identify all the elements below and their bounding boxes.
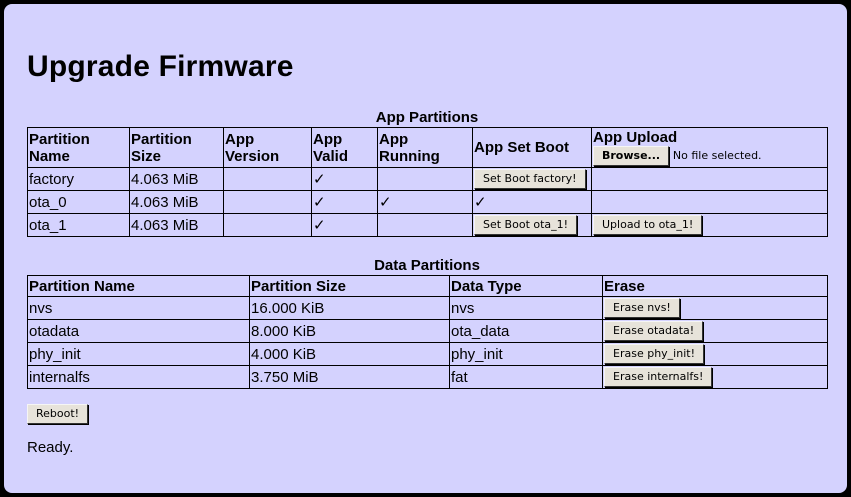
upload-cell [591, 167, 828, 191]
upload-cell: Upload to ota_1! [591, 213, 828, 237]
partition-name-cell: ota_1 [27, 213, 130, 237]
data-type-cell: phy_init [449, 342, 603, 366]
app-version-cell [223, 213, 312, 237]
app-running-check [377, 213, 473, 237]
table-row: otadata 8.000 KiB ota_data Erase otadata… [27, 319, 828, 343]
app-valid-check: ✓ [311, 213, 378, 237]
erase-cell: Erase nvs! [602, 296, 828, 320]
data-partitions-section: Data Partitions Partition Name Partition… [27, 256, 828, 389]
erase-cell: Erase otadata! [602, 319, 828, 343]
data-partitions-caption: Data Partitions [374, 257, 480, 274]
table-row: nvs 16.000 KiB nvs Erase nvs! [27, 296, 828, 320]
app-partitions-table: Partition Name Partition Size App Versio… [27, 127, 828, 237]
partition-size-cell: 4.063 MiB [129, 167, 224, 191]
partition-size-cell: 4.063 MiB [129, 190, 224, 214]
set-boot-ota1-button[interactable]: Set Boot ota_1! [474, 215, 578, 235]
partition-name-cell: internalfs [27, 365, 250, 389]
header-app-valid: App Valid [311, 127, 378, 168]
partition-size-cell: 4.000 KiB [249, 342, 450, 366]
app-version-cell [223, 190, 312, 214]
table-row: ota_0 4.063 MiB ✓ ✓ ✓ [27, 190, 828, 214]
app-valid-check: ✓ [311, 167, 378, 191]
table-header-row: Partition Name Partition Size Data Type … [27, 275, 828, 297]
partition-size-cell: 8.000 KiB [249, 319, 450, 343]
upload-ota1-button[interactable]: Upload to ota_1! [593, 215, 703, 235]
partition-name-cell: nvs [27, 296, 250, 320]
set-boot-factory-button[interactable]: Set Boot factory! [474, 169, 586, 189]
table-row: ota_1 4.063 MiB ✓ Set Boot ota_1! Upload… [27, 213, 828, 237]
header-app-set-boot: App Set Boot [472, 127, 592, 168]
header-partition-name: Partition Name [27, 275, 250, 297]
reboot-area: Reboot! [27, 404, 89, 424]
erase-cell: Erase phy_init! [602, 342, 828, 366]
data-type-cell: nvs [449, 296, 603, 320]
partition-name-cell: ota_0 [27, 190, 130, 214]
partition-size-cell: 4.063 MiB [129, 213, 224, 237]
file-picker[interactable]: Browse... No file selected. [593, 146, 826, 166]
partition-size-cell: 16.000 KiB [249, 296, 450, 320]
header-partition-size: Partition Size [129, 127, 224, 168]
table-header-row: Partition Name Partition Size App Versio… [27, 127, 828, 168]
upload-cell [591, 190, 828, 214]
header-partition-name: Partition Name [27, 127, 130, 168]
table-row: internalfs 3.750 MiB fat Erase internalf… [27, 365, 828, 389]
erase-otadata-button[interactable]: Erase otadata! [604, 321, 704, 341]
partition-size-cell: 3.750 MiB [249, 365, 450, 389]
table-row: phy_init 4.000 KiB phy_init Erase phy_in… [27, 342, 828, 366]
page-panel: Upgrade Firmware App Partitions Partitio… [4, 4, 847, 493]
app-partitions-section: App Partitions Partition Name Partition … [27, 108, 828, 237]
reboot-button[interactable]: Reboot! [27, 404, 89, 424]
page-title: Upgrade Firmware [27, 50, 294, 83]
set-boot-cell: Set Boot factory! [472, 167, 592, 191]
file-picker-status: No file selected. [672, 149, 762, 162]
app-running-check [377, 167, 473, 191]
header-app-upload: App Upload Browse... No file selected. [591, 127, 828, 168]
header-app-running: App Running [377, 127, 473, 168]
set-boot-current-check: ✓ [472, 190, 592, 214]
app-valid-check: ✓ [311, 190, 378, 214]
erase-nvs-button[interactable]: Erase nvs! [604, 298, 680, 318]
table-row: factory 4.063 MiB ✓ Set Boot factory! [27, 167, 828, 191]
window-frame: Upgrade Firmware App Partitions Partitio… [0, 0, 851, 497]
set-boot-cell: Set Boot ota_1! [472, 213, 592, 237]
partition-name-cell: otadata [27, 319, 250, 343]
header-app-upload-label: App Upload [593, 129, 678, 146]
erase-cell: Erase internalfs! [602, 365, 828, 389]
data-type-cell: fat [449, 365, 603, 389]
partition-name-cell: phy_init [27, 342, 250, 366]
app-version-cell [223, 167, 312, 191]
header-erase: Erase [602, 275, 828, 297]
browse-button[interactable]: Browse... [593, 146, 670, 166]
status-text: Ready. [27, 439, 74, 456]
header-data-type: Data Type [449, 275, 603, 297]
header-app-version: App Version [223, 127, 312, 168]
app-partitions-caption: App Partitions [375, 109, 479, 126]
data-type-cell: ota_data [449, 319, 603, 343]
app-running-check: ✓ [377, 190, 473, 214]
erase-phy-init-button[interactable]: Erase phy_init! [604, 344, 704, 364]
header-partition-size: Partition Size [249, 275, 450, 297]
data-partitions-table: Partition Name Partition Size Data Type … [27, 275, 828, 389]
partition-name-cell: factory [27, 167, 130, 191]
erase-internalfs-button[interactable]: Erase internalfs! [604, 367, 713, 387]
